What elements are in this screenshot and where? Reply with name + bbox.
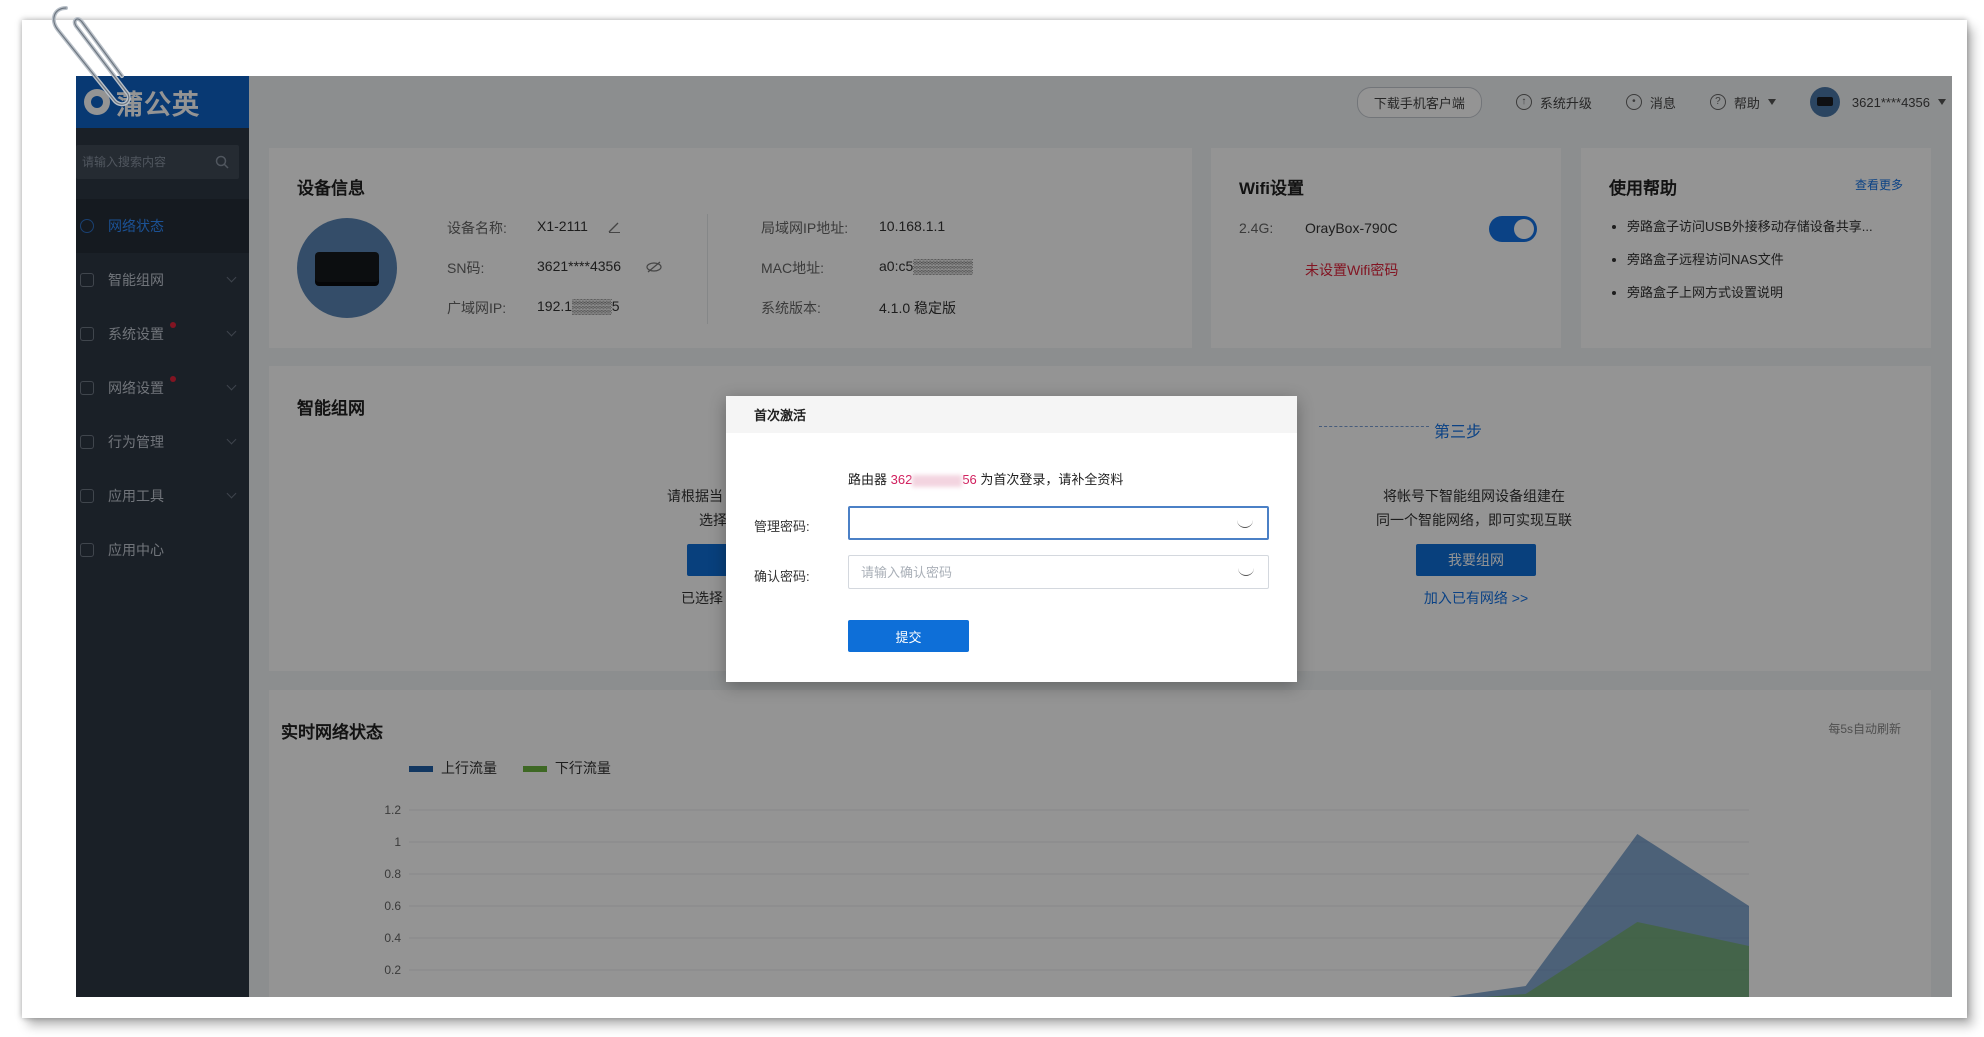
password-label: 管理密码: [754, 519, 810, 534]
password-field[interactable] [848, 506, 1269, 540]
info-prefix: 路由器 [848, 472, 891, 487]
photo-frame: 蒲公英 网络状态 智能组网 [22, 20, 1967, 1018]
eye-closed-icon[interactable] [1238, 568, 1254, 576]
eye-closed-icon[interactable] [1237, 520, 1253, 528]
confirm-password-label: 确认密码: [754, 569, 810, 584]
sn-start: 362 [890, 472, 913, 487]
dialog-info: 路由器 362 56 为首次登录，请补全资料 [848, 469, 1123, 488]
confirm-password-input[interactable] [861, 564, 1221, 580]
app-screen: 蒲公英 网络状态 智能组网 [76, 76, 1952, 997]
password-input[interactable] [862, 515, 1222, 531]
sn-end: 56 [962, 472, 977, 487]
submit-button[interactable]: 提交 [848, 620, 969, 652]
confirm-password-field[interactable] [848, 555, 1269, 589]
info-suffix: 为首次登录，请补全资料 [976, 472, 1124, 487]
activation-dialog: 首次激活 路由器 362 56 为首次登录，请补全资料 管理密码: 确认密码: 提… [726, 396, 1297, 682]
sn-redacted [912, 474, 963, 487]
dialog-title: 首次激活 [726, 396, 1297, 433]
